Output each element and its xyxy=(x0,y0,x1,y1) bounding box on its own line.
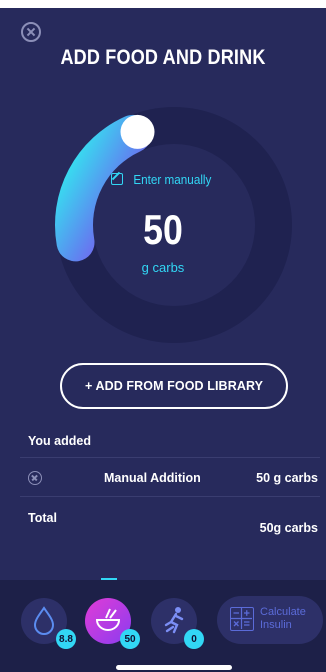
home-indicator xyxy=(116,665,232,670)
total-value: 50g carbs xyxy=(259,521,318,535)
item-amount: 50 g carbs xyxy=(256,471,318,485)
food-badge: 50 xyxy=(120,629,140,649)
divider xyxy=(20,496,320,497)
activity-badge: 0 xyxy=(184,629,204,649)
calculate-insulin-label: Calculate Insulin xyxy=(260,606,306,631)
calculate-insulin-button[interactable]: Calculate Insulin xyxy=(217,596,323,644)
total-label: Total xyxy=(28,511,57,525)
section-heading: You added xyxy=(28,434,91,448)
remove-item-icon[interactable] xyxy=(28,471,42,485)
enter-manually-link[interactable]: Enter manually xyxy=(0,172,326,187)
carb-unit: g carbs xyxy=(141,260,185,275)
item-name: Manual Addition xyxy=(104,471,201,485)
enter-manually-label: Enter manually xyxy=(132,172,212,187)
active-tab-indicator xyxy=(101,578,117,580)
add-from-food-library-button[interactable]: + ADD FROM FOOD LIBRARY xyxy=(60,363,288,409)
dial-handle xyxy=(120,114,155,149)
divider xyxy=(20,457,320,458)
glucose-badge: 8.8 xyxy=(56,629,76,649)
calculator-icon xyxy=(230,607,254,631)
edit-icon xyxy=(110,173,123,185)
carb-value: 50 xyxy=(143,206,183,253)
